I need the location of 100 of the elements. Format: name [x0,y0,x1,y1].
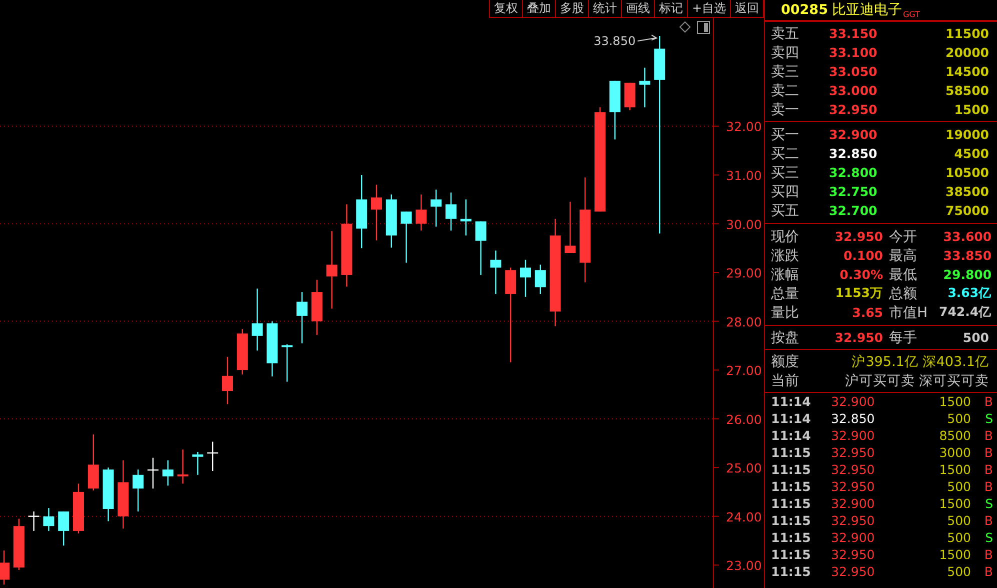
diamond-icon[interactable] [679,21,691,33]
axis-label: 23.00 [726,558,762,574]
trade-price: 32.950 [831,462,876,477]
candlestick [266,321,278,376]
stat-label: 按盘 [771,328,800,346]
stat-value: 32.950 [834,330,883,345]
candlestick [416,194,427,231]
trade-price: 32.900 [831,428,876,443]
quota-value: 沪395.1亿 [852,352,918,370]
trade-price: 32.950 [831,479,876,494]
trade-side: B [983,479,993,494]
trading-status: 深可买可卖 [919,372,989,390]
stat-value: 500 [962,330,989,345]
trade-side: B [983,462,993,477]
order-level-label: 买三 [771,164,800,182]
candlestick [282,344,293,382]
trade-volume: 1500 [938,394,971,409]
stock-name: 比亚迪电子 [832,1,902,19]
axis-label: 31.00 [726,168,762,183]
candlestick [490,250,502,294]
candlestick [192,452,204,475]
candlestick [400,212,412,263]
axis-label: 29.00 [726,266,762,281]
candlestick [222,356,233,404]
trade-price: 32.900 [831,530,876,545]
trade-time: 11:15 [771,479,812,494]
stat-label: 涨幅 [771,266,800,284]
trade-time: 11:14 [771,428,812,443]
axis-label: 26.00 [726,412,762,427]
order-volume: 1500 [953,102,989,117]
candlestick [564,202,576,254]
stat-label: 每手 [889,328,918,346]
order-volume: 4500 [953,146,989,161]
candlestick [446,192,456,231]
stat-label: 最低 [889,266,918,284]
candlestick [311,280,322,335]
stat-value: 3.63亿 [946,285,992,302]
arrow-icon [637,34,658,42]
stat-label: 量比 [771,304,800,322]
stat-value: 32.950 [834,229,883,244]
candlestick [102,468,114,522]
trade-volume: 500 [946,513,971,528]
order-volume: 19000 [944,127,989,142]
order-volume: 11500 [944,26,989,41]
order-level-label: 卖一 [771,100,800,118]
trade-side: B [983,394,993,409]
trade-price: 32.950 [831,445,876,460]
axis-label: 24.00 [726,509,762,524]
candlestick [58,511,70,546]
order-level-label: 买一 [771,126,800,144]
candlestick [460,199,472,236]
quota-value: 深403.1亿 [922,352,989,370]
stat-value: 33.850 [942,248,992,263]
trade-volume: 500 [946,530,971,545]
trade-side: B [983,513,993,528]
trade-time: 11:15 [771,496,812,511]
candlestick [475,221,486,275]
stat-value: 0.30% [838,267,883,282]
trade-volume: 3000 [938,445,971,460]
order-volume: 58500 [944,83,989,98]
candlestick [639,68,650,108]
axis-label: 32.00 [726,119,762,134]
trade-time: 11:14 [771,411,812,426]
trade-volume: 500 [946,479,971,494]
trade-price: 32.850 [831,411,876,426]
trade-side: B [983,445,993,460]
order-price: 33.100 [829,45,878,60]
stock-tag: GGT [902,10,920,19]
order-level-label: 卖四 [771,44,800,62]
order-volume: 14500 [944,64,989,79]
candlestick [624,82,636,110]
candlestick [73,484,84,534]
candlestick [177,450,188,484]
candlestick [386,194,397,248]
axis-label: 27.00 [726,363,762,378]
candlestick [162,460,174,486]
trade-time: 11:15 [771,445,812,460]
trade-volume: 500 [946,564,971,579]
order-level-label: 卖二 [771,82,800,100]
trade-time: 11:15 [771,462,812,477]
panel-toggle-icon[interactable] [697,21,710,34]
trade-side: B [983,564,993,579]
order-volume: 38500 [944,184,989,199]
order-price: 32.900 [829,127,878,142]
stat-label: 最高 [889,246,918,264]
stat-value: 29.800 [942,267,992,282]
trade-side: B [983,428,993,443]
trade-side: S [984,530,993,545]
stat-value: 742.4亿 [939,304,992,321]
trade-volume: 500 [946,411,971,426]
stat-value: 3.65 [851,305,883,320]
trade-price: 32.950 [831,564,876,579]
order-price: 33.000 [829,83,878,98]
trade-volume: 1500 [938,547,971,562]
order-level-label: 卖三 [771,62,800,80]
candlestick [207,442,218,471]
order-volume: 75000 [944,203,989,218]
order-price: 32.950 [829,102,878,117]
axis-label: 30.00 [726,216,762,232]
trade-price: 32.900 [831,394,876,409]
